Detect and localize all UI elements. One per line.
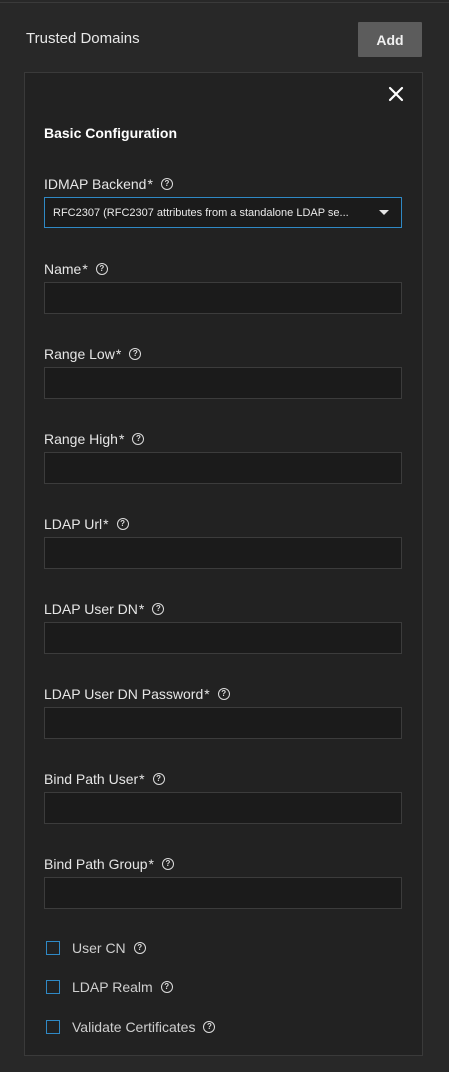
ldap-realm-checkbox[interactable]	[46, 980, 60, 994]
required-marker: *	[204, 686, 210, 702]
range-low-input[interactable]	[44, 367, 402, 399]
bind-path-user-label: Bind Path User	[44, 771, 139, 787]
page-title: Trusted Domains	[26, 30, 140, 47]
close-button[interactable]	[385, 83, 407, 105]
help-icon[interactable]: ?	[161, 858, 174, 870]
required-marker: *	[148, 856, 154, 872]
add-button[interactable]: Add	[358, 22, 422, 57]
required-marker: *	[147, 176, 153, 192]
bind-path-user-field: Bind Path User * ?	[44, 770, 402, 824]
chevron-down-icon	[379, 210, 389, 215]
ldap-user-dn-label: LDAP User DN	[44, 601, 138, 617]
idmap-backend-select[interactable]: RFC2307 (RFC2307 attributes from a stand…	[44, 197, 402, 228]
help-icon[interactable]: ?	[129, 348, 142, 360]
required-marker: *	[115, 346, 122, 362]
range-high-label: Range High	[44, 431, 118, 447]
bind-path-group-input[interactable]	[44, 877, 402, 909]
range-low-field: Range Low * ?	[44, 345, 402, 399]
idmap-backend-value: RFC2307 (RFC2307 attributes from a stand…	[53, 206, 349, 219]
validate-certificates-checkbox-row[interactable]: Validate Certificates ?	[46, 1017, 216, 1037]
ldap-user-dn-input[interactable]	[44, 622, 402, 654]
help-icon[interactable]: ?	[160, 178, 173, 190]
ldap-user-dn-password-field: LDAP User DN Password * ?	[44, 685, 402, 739]
help-icon[interactable]: ?	[132, 433, 145, 445]
ldap-realm-label: LDAP Realm	[72, 979, 153, 995]
bind-path-group-field: Bind Path Group * ?	[44, 855, 402, 909]
bind-path-group-label: Bind Path Group	[44, 856, 148, 872]
ldap-user-dn-password-input[interactable]	[44, 707, 402, 739]
validate-certificates-label: Validate Certificates	[72, 1019, 196, 1035]
idmap-backend-field: IDMAP Backend * ? RFC2307 (RFC2307 attri…	[44, 175, 402, 228]
help-icon[interactable]: ?	[133, 942, 146, 954]
help-icon[interactable]: ?	[152, 773, 165, 785]
required-marker: *	[82, 261, 88, 277]
name-label: Name	[44, 261, 82, 277]
name-input[interactable]	[44, 282, 402, 314]
ldap-url-input[interactable]	[44, 537, 402, 569]
required-marker: *	[103, 516, 109, 532]
user-cn-checkbox-row[interactable]: User CN ?	[46, 938, 146, 958]
close-icon	[388, 86, 404, 102]
idmap-backend-label: IDMAP Backend	[44, 176, 147, 192]
help-icon[interactable]: ?	[203, 1021, 216, 1033]
ldap-user-dn-field: LDAP User DN * ?	[44, 600, 402, 654]
range-low-label: Range Low	[44, 346, 115, 362]
section-title: Basic Configuration	[44, 125, 178, 141]
help-icon[interactable]: ?	[217, 688, 230, 700]
user-cn-label: User CN	[72, 940, 126, 956]
idmap-form-panel: Basic Configuration IDMAP Backend * ? RF…	[24, 72, 423, 1056]
ldap-realm-checkbox-row[interactable]: LDAP Realm ?	[46, 977, 173, 997]
required-marker: *	[118, 431, 125, 447]
ldap-url-label: LDAP Url	[44, 516, 103, 532]
top-divider	[0, 2, 449, 3]
range-high-field: Range High * ?	[44, 430, 402, 484]
ldap-url-field: LDAP Url * ?	[44, 515, 402, 569]
help-icon[interactable]: ?	[95, 263, 108, 275]
bind-path-user-input[interactable]	[44, 792, 402, 824]
user-cn-checkbox[interactable]	[46, 941, 60, 955]
help-icon[interactable]: ?	[160, 981, 173, 993]
ldap-user-dn-password-label: LDAP User DN Password	[44, 686, 204, 702]
range-high-input[interactable]	[44, 452, 402, 484]
required-marker: *	[139, 771, 145, 787]
name-field: Name * ?	[44, 260, 402, 314]
required-marker: *	[138, 601, 145, 617]
help-icon[interactable]: ?	[116, 518, 129, 530]
validate-certificates-checkbox[interactable]	[46, 1020, 60, 1034]
help-icon[interactable]: ?	[152, 603, 165, 615]
